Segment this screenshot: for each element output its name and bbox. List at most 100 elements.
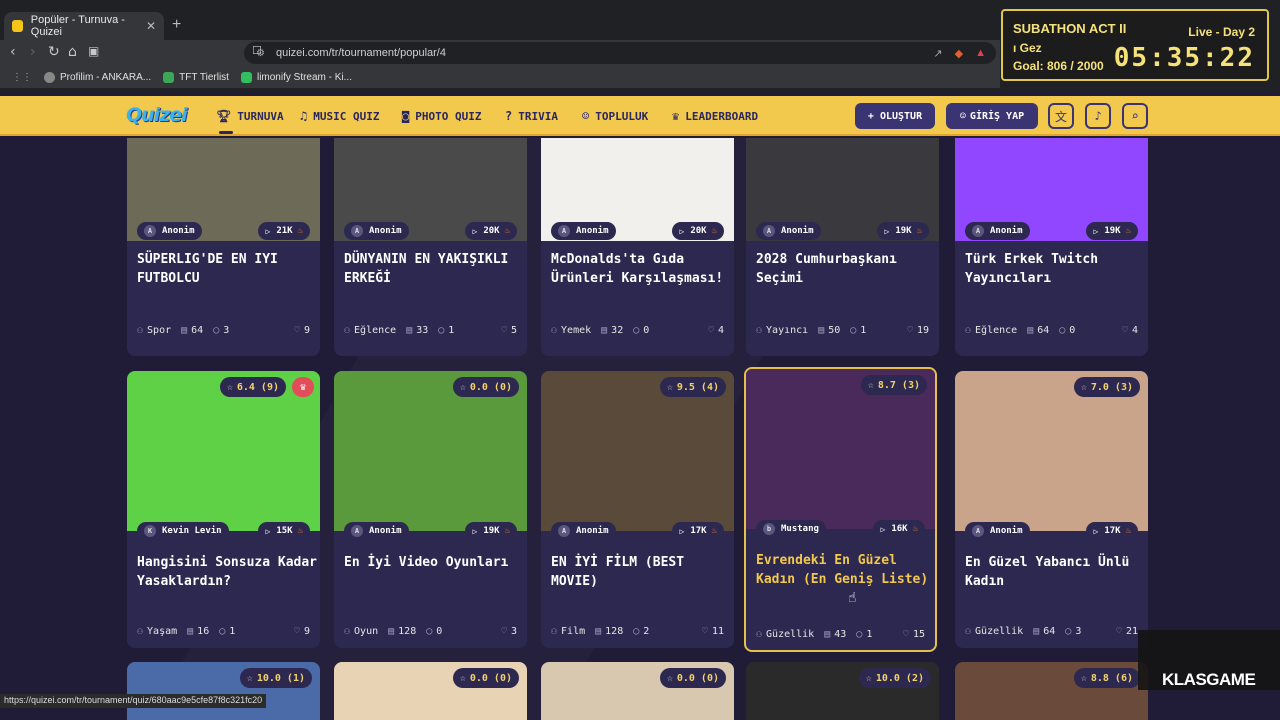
back-icon[interactable]: ‹ <box>10 44 16 60</box>
category[interactable]: ⚇ Spor <box>137 325 171 336</box>
card-meta: ⚇ Eğlence ▤ 33 ◯ 1 ♡ 5 <box>344 323 517 337</box>
like-count[interactable]: ♡ 4 <box>1122 325 1138 336</box>
category[interactable]: ⚇ Eğlence <box>965 325 1017 336</box>
bookmark-icon[interactable]: ☐ <box>252 44 262 57</box>
tournament-card[interactable]: ☆ 10.0 (2) <box>746 662 939 720</box>
card-title[interactable]: Hangisini Sonsuza Kadar Yasaklardın? <box>137 553 317 591</box>
bell-icon[interactable]: ♪ <box>1085 103 1111 129</box>
tournament-card[interactable]: A Anonim ▷ 20K ♨ DÜNYANIN EN YAKIŞIKLI ERKEĞİ… <box>334 138 527 356</box>
card-meta: ⚇ Film ▤ 128 ◯ 2 ♡ 11 <box>551 624 724 638</box>
items-icon: ▤ <box>595 625 602 637</box>
category[interactable]: ⚇ Yayıncı <box>756 325 808 336</box>
nav-topluluk[interactable]: ☺ TOPLULUK <box>582 109 648 123</box>
tournament-card[interactable]: A Anonim ▷ 19K ♨ 2028 Cumhurbaşkanı Seçimi ⚇ Ya… <box>746 138 939 356</box>
tournament-card[interactable]: A Anonim ▷ 21K ♨ SÜPERLIG'DE EN IYI FUTBOLCU ⚇… <box>127 138 320 356</box>
like-count[interactable]: ♡ 19 <box>907 325 929 336</box>
tournament-card[interactable]: ☆ 0.0 (0) A Anonim ▷ 19K ♨ En İyi Video Oyunlar… <box>334 371 527 648</box>
comment-icon: ◯ <box>426 625 433 637</box>
items-icon: ▤ <box>388 625 395 637</box>
like-count[interactable]: ♡ 11 <box>702 626 724 637</box>
tournament-card[interactable]: ☆ 7.0 (3) A Anonim ▷ 17K ♨ En Güzel Yabancı Ünl… <box>955 371 1148 648</box>
card-title[interactable]: DÜNYANIN EN YAKIŞIKLI ERKEĞİ <box>344 250 524 288</box>
tournament-card[interactable]: ☆ 8.7 (3) b Mustang ▷ 16K ♨ Evrendeki En Güzel … <box>744 367 937 652</box>
nav-photo-quiz[interactable]: ◙ PHOTO QUIZ <box>402 109 481 123</box>
like-count[interactable]: ♡ 5 <box>501 325 517 336</box>
category[interactable]: ⚇ Oyun <box>344 626 378 637</box>
share-icon[interactable]: ↗ <box>933 47 942 60</box>
category[interactable]: ⚇ Eğlence <box>344 325 396 336</box>
item-count-value: 128 <box>605 625 624 637</box>
tournament-card[interactable]: ☆ 10.0 (1) <box>127 662 320 720</box>
card-title[interactable]: SÜPERLIG'DE EN IYI FUTBOLCU <box>137 250 317 288</box>
tournament-card[interactable]: A Anonim ▷ 19K ♨ Türk Erkek Twitch Yayıncılar… <box>955 138 1148 356</box>
reload-icon[interactable]: ↻ <box>48 44 60 60</box>
card-title[interactable]: Evrendeki En Güzel Kadın (En Geniş Liste… <box>756 551 935 589</box>
trophy-icon: 🏆︎ <box>216 109 232 123</box>
card-meta: ⚇ Spor ▤ 64 ◯ 3 ♡ 9 <box>137 323 310 337</box>
tournament-card[interactable]: ☆ 6.4 (9) ♛ K Kevin Levin ▷ 15K ♨ Hangisini Sons… <box>127 371 320 648</box>
apps-icon[interactable]: ⋮⋮ <box>12 72 32 83</box>
card-title[interactable]: En Güzel Yabancı Ünlü Kadın <box>965 553 1145 591</box>
plays-count: 17K <box>1104 526 1121 536</box>
close-tab-icon[interactable]: ✕ <box>146 19 156 33</box>
create-button[interactable]: + OLUŞTUR <box>855 103 935 129</box>
browser-tab[interactable]: Popüler - Turnuva - Quizei ✕ <box>4 12 164 40</box>
like-count[interactable]: ♡ 9 <box>294 626 310 637</box>
author-badge[interactable]: b Mustang <box>756 520 826 538</box>
author-badge[interactable]: K Kevin Levin <box>137 522 229 540</box>
bookmark-item[interactable]: TFT Tierlist <box>163 71 229 83</box>
crown-icon: ♛ <box>292 377 314 397</box>
like-count[interactable]: ♡ 9 <box>294 325 310 336</box>
site-logo[interactable]: Quizei <box>126 104 188 126</box>
alert-icon[interactable]: ▲ <box>975 47 986 60</box>
category[interactable]: ⚇ Yemek <box>551 325 591 336</box>
bookmark-item[interactable]: limonify Stream - Ki... <box>240 71 352 83</box>
language-icon[interactable]: 文 <box>1048 103 1074 129</box>
category[interactable]: ⚇ Güzellik <box>965 626 1023 637</box>
tournament-card[interactable]: ☆ 8.8 (6) <box>955 662 1148 720</box>
login-button[interactable]: ☺ GİRİŞ YAP <box>946 103 1038 129</box>
tournament-grid: A Anonim ▷ 21K ♨ SÜPERLIG'DE EN IYI FUTBOLCU ⚇… <box>0 138 1280 720</box>
category-label: Yaşam <box>147 625 178 637</box>
category[interactable]: ⚇ Güzellik <box>756 629 814 640</box>
category[interactable]: ⚇ Yaşam <box>137 626 177 637</box>
comment-icon: ◯ <box>850 324 857 336</box>
card-title[interactable]: EN İYİ FİLM (BEST MOVIE) <box>551 553 731 591</box>
tournament-card[interactable]: A Anonim ▷ 20K ♨ McDonalds'ta Gıda Ürünleri K… <box>541 138 734 356</box>
sidebar-icon[interactable]: ▣ <box>88 44 99 58</box>
rating-value: 0.0 (0) <box>469 672 512 684</box>
like-count[interactable]: ♡ 4 <box>708 325 724 336</box>
card-title[interactable]: En İyi Video Oyunları <box>344 553 524 572</box>
author-badge[interactable]: A Anonim <box>965 222 1030 240</box>
author-badge[interactable]: A Anonim <box>344 522 409 540</box>
like-count[interactable]: ♡ 21 <box>1116 626 1138 637</box>
card-title[interactable]: Türk Erkek Twitch Yayıncıları <box>965 250 1145 288</box>
card-title[interactable]: 2028 Cumhurbaşkanı Seçimi <box>756 250 936 288</box>
nav-music-quiz[interactable]: ♫ MUSIC QUIZ <box>300 109 379 123</box>
author-badge[interactable]: A Anonim <box>137 222 202 240</box>
card-title[interactable]: McDonalds'ta Gıda Ürünleri Karşılaşması! <box>551 250 731 288</box>
author-badge[interactable]: A Anonim <box>344 222 409 240</box>
author-badge[interactable]: A Anonim <box>965 522 1030 540</box>
author-badge[interactable]: A Anonim <box>756 222 821 240</box>
item-count: ▤ 128 <box>388 626 416 637</box>
nav-turnuva[interactable]: 🏆︎ TURNUVA <box>216 109 284 134</box>
tournament-card[interactable]: ☆ 9.5 (4) A Anonim ▷ 17K ♨ EN İYİ FİLM (BEST MO… <box>541 371 734 648</box>
address-bar[interactable]: ⚙ quizei.com/tr/tournament/popular/4 ↗ ◆… <box>244 42 996 64</box>
like-count[interactable]: ♡ 15 <box>903 629 925 640</box>
shield-icon[interactable]: ◆ <box>955 47 963 60</box>
author-badge[interactable]: A Anonim <box>551 522 616 540</box>
comment-count-value: 0 <box>1069 324 1076 336</box>
bookmark-item[interactable]: Profilim - ANKARA... <box>44 71 151 83</box>
search-icon[interactable]: ⌕ <box>1122 103 1148 129</box>
nav-trivia[interactable]: ? TRIVIA <box>505 109 558 123</box>
author-badge[interactable]: A Anonim <box>551 222 616 240</box>
new-tab-icon[interactable]: + <box>172 16 181 34</box>
category[interactable]: ⚇ Film <box>551 626 585 637</box>
tournament-card[interactable]: ☆ 0.0 (0) <box>541 662 734 720</box>
like-count[interactable]: ♡ 3 <box>501 626 517 637</box>
forward-icon[interactable]: › <box>30 44 36 60</box>
tournament-card[interactable]: ☆ 0.0 (0) <box>334 662 527 720</box>
home-icon[interactable]: ⌂ <box>68 44 77 60</box>
nav-leaderboard[interactable]: ♛ LEADERBOARD <box>672 109 758 123</box>
